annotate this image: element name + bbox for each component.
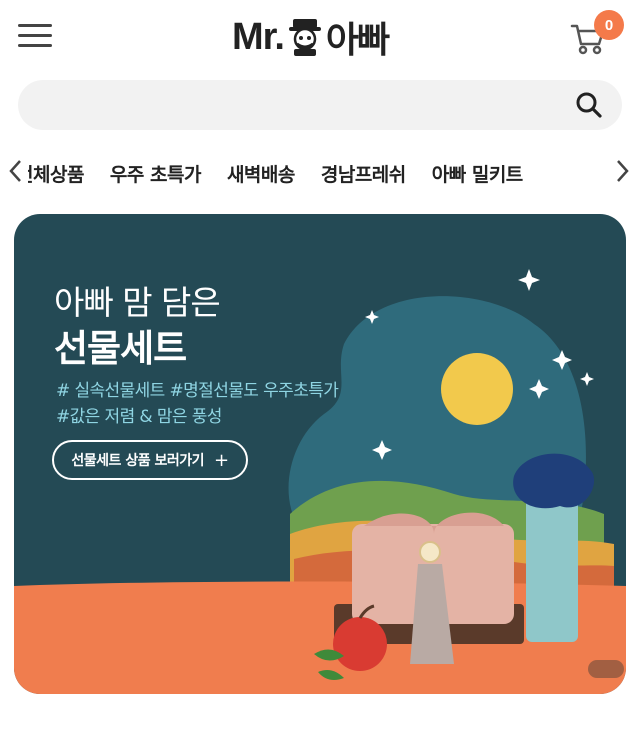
chevron-right-icon[interactable] xyxy=(612,158,632,184)
chevron-left-icon[interactable] xyxy=(6,158,26,184)
hamburger-menu-icon[interactable] xyxy=(18,22,54,50)
banner-subtitle: 아빠 맘 담은 xyxy=(54,283,221,322)
category-item-meal-kit[interactable]: 아빠 밀키트 xyxy=(432,148,524,196)
plus-icon: + xyxy=(213,449,229,471)
banner-hashtags-line-2: #값은 저렴 & 맘은 풍성 xyxy=(56,407,222,427)
logo[interactable]: Mr. 아빠 xyxy=(232,14,390,62)
logo-mascot-icon xyxy=(288,19,321,56)
logo-text-en: Mr. xyxy=(232,15,285,58)
banner-hashtags-line-1: # 실속선물세트 #명절선물도 우주초특가 xyxy=(56,381,339,401)
promo-banner[interactable]: 아빠 맘 담은 선물세트 # 실속선물세트 #명절선물도 우주초특가 #값은 저… xyxy=(14,214,626,694)
category-nav: 전체상품 우주 초특가 새벽배송 경남프레쉬 아빠 밀키트 xyxy=(0,148,640,196)
banner-title: 선물세트 xyxy=(54,327,187,370)
category-item-gyeongnam-fresh[interactable]: 경남프레쉬 xyxy=(321,148,406,196)
category-track: 전체상품 우주 초특가 새벽배송 경남프레쉬 아빠 밀키트 xyxy=(28,148,608,196)
search-icon[interactable] xyxy=(574,90,604,120)
category-item-dawn-delivery[interactable]: 새벽배송 xyxy=(227,148,295,196)
logo-text-ko: 아빠 xyxy=(325,20,390,61)
search-input[interactable] xyxy=(38,80,558,130)
search-bar xyxy=(18,80,622,130)
cart-count-badge: 0 xyxy=(594,10,624,40)
category-item-all[interactable]: 전체상품 xyxy=(28,148,84,196)
cta-label: 선물세트 상품 보러가기 xyxy=(71,453,204,469)
app-header: Mr. 아빠 0 xyxy=(0,0,640,74)
cart-button[interactable]: 0 xyxy=(568,10,628,60)
gift-set-cta-button[interactable]: 선물세트 상품 보러가기 + xyxy=(52,440,248,480)
category-item-space-deal[interactable]: 우주 초특가 xyxy=(110,148,202,196)
banner-pagination-indicator[interactable] xyxy=(588,660,624,678)
